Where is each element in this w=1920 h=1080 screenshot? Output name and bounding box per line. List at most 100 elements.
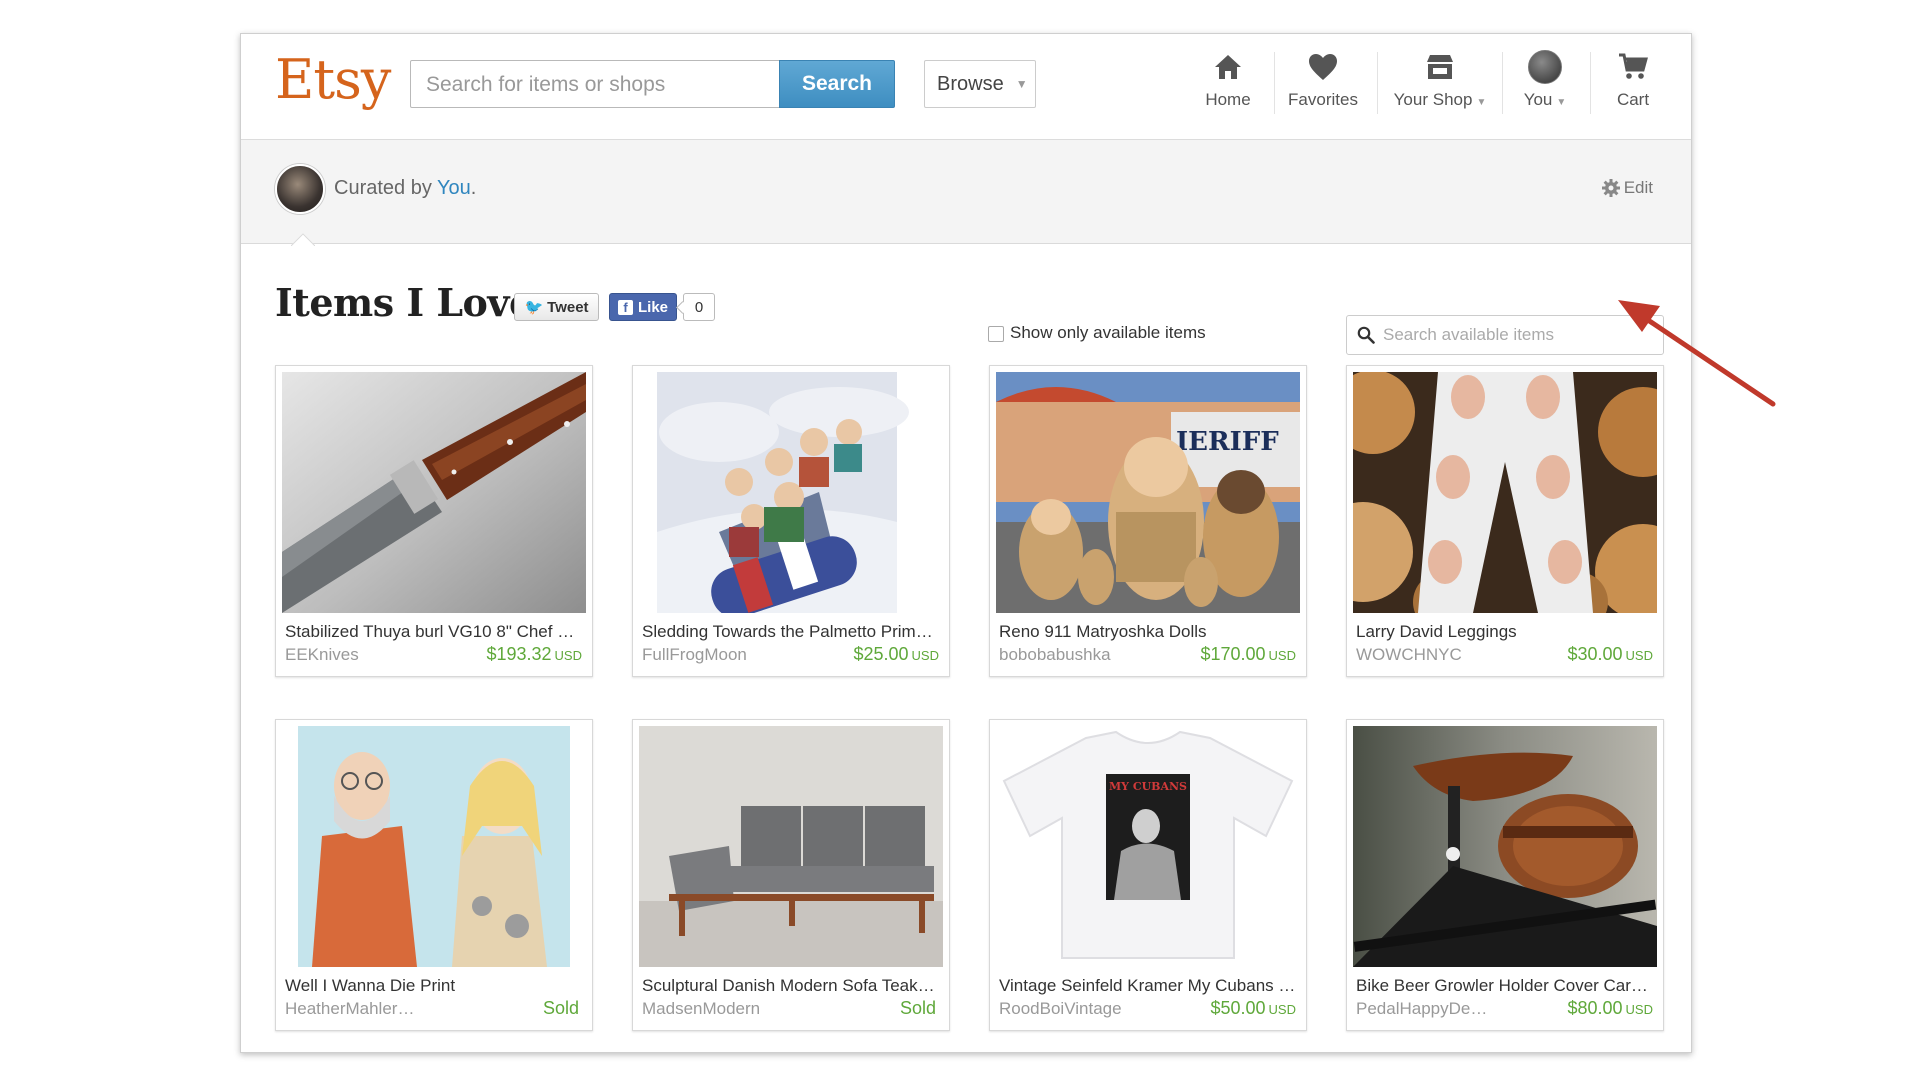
listing-price: $80.00 USD — [1567, 998, 1653, 1019]
listing-image-knife[interactable] — [282, 372, 586, 613]
listing-title[interactable]: Well I Wanna Die Print — [285, 976, 585, 996]
listing-shop[interactable]: MadsenModern — [642, 999, 792, 1019]
nav-cart-label: Cart — [1616, 90, 1650, 109]
nav-home[interactable]: Home — [1193, 48, 1263, 128]
nav-divider — [1502, 52, 1503, 114]
site-search-input[interactable]: Search for items or shops — [410, 60, 780, 108]
listing-title[interactable]: Stabilized Thuya burl VG10 8" Chef … — [285, 622, 585, 642]
price-currency: USD — [554, 648, 582, 663]
listing-price: $193.32 USD — [486, 644, 582, 665]
chevron-down-icon: ▼ — [1476, 97, 1487, 108]
price-currency: USD — [1625, 1002, 1653, 1017]
listing-shop[interactable]: WOWCHNYC — [1356, 645, 1506, 665]
curated-by-text: Curated by You. — [334, 177, 476, 200]
available-only-label[interactable]: Show only available items — [1010, 323, 1206, 343]
facebook-like-button[interactable]: f Like — [609, 293, 677, 321]
price-currency: USD — [911, 648, 939, 663]
nav-divider — [1377, 52, 1378, 114]
nav-you[interactable]: You ▼ — [1512, 48, 1578, 128]
listing-card[interactable]: Well I Wanna Die Print HeatherMahler… So… — [275, 719, 593, 1031]
listing-image-growler[interactable] — [1353, 726, 1657, 967]
chevron-down-icon: ▼ — [1556, 97, 1567, 108]
nav-home-label: Home — [1205, 90, 1251, 109]
listing-shop[interactable]: PedalHappyDe… — [1356, 999, 1506, 1019]
listing-card[interactable]: Stabilized Thuya burl VG10 8" Chef … EEK… — [275, 365, 593, 677]
svg-text:IERIFF: IERIFF — [1176, 427, 1279, 457]
nav-your-shop[interactable]: Your Shop ▼ — [1388, 48, 1492, 128]
listing-shop[interactable]: bobobabushka — [999, 645, 1149, 665]
edit-button[interactable]: Edit — [1601, 178, 1653, 198]
curator-bar: Curated by You. Edit — [241, 140, 1691, 244]
gear-icon — [1601, 179, 1620, 197]
nav-you-label-wrap: You ▼ — [1524, 90, 1567, 110]
available-items-search[interactable] — [1346, 315, 1664, 355]
listing-card[interactable]: Sculptural Danish Modern Sofa Teak… Mads… — [632, 719, 950, 1031]
listing-price: Sold — [543, 998, 582, 1019]
nav-favorites[interactable]: Favorites — [1283, 48, 1363, 128]
listing-image-sofa[interactable] — [639, 726, 943, 967]
cart-icon — [1618, 48, 1648, 86]
listing-title[interactable]: Vintage Seinfeld Kramer My Cubans … — [999, 976, 1299, 996]
listing-card[interactable]: Sledding Towards the Palmetto Prim… Full… — [632, 365, 950, 677]
listing-price: Sold — [900, 998, 939, 1019]
listing-shop[interactable]: FullFrogMoon — [642, 645, 792, 665]
price-value: $25.00 — [853, 644, 909, 664]
page-title: Items I Love — [275, 280, 533, 325]
price-currency: USD — [1268, 648, 1296, 663]
listing-image-tshirt[interactable]: MY CUBANS — [996, 726, 1300, 967]
listing-title[interactable]: Larry David Leggings — [1356, 622, 1656, 642]
tshirt-print-text: MY CUBANS — [1109, 780, 1187, 793]
listing-card[interactable]: Bike Beer Growler Holder Cover Car… Peda… — [1346, 719, 1664, 1031]
tweet-button[interactable]: 🐦 Tweet — [514, 293, 599, 321]
listing-shop[interactable]: EEKnives — [285, 645, 435, 665]
heart-icon — [1308, 48, 1338, 86]
listing-title[interactable]: Bike Beer Growler Holder Cover Car… — [1356, 976, 1656, 996]
listing-image-print[interactable] — [282, 726, 586, 967]
listing-title[interactable]: Sledding Towards the Palmetto Prim… — [642, 622, 942, 642]
nav-favorites-label: Favorites — [1288, 90, 1358, 109]
etsy-logo[interactable]: Etsy — [275, 48, 391, 111]
nav-cart[interactable]: Cart — [1603, 48, 1663, 128]
listing-image-leggings[interactable] — [1353, 372, 1657, 613]
listing-shop[interactable]: HeatherMahler… — [285, 999, 435, 1019]
browser-page: Etsy Search for items or shops Search Br… — [240, 33, 1692, 1053]
listing-title[interactable]: Reno 911 Matryoshka Dolls — [999, 622, 1299, 642]
pointer-notch — [291, 232, 315, 246]
browse-dropdown[interactable]: Browse ▼ — [924, 60, 1036, 108]
search-icon — [1357, 326, 1375, 344]
nav-divider — [1274, 52, 1275, 114]
like-count: 0 — [683, 293, 715, 321]
available-items-search-input[interactable] — [1383, 325, 1643, 345]
price-currency: USD — [1268, 1002, 1296, 1017]
curated-suffix: . — [470, 177, 477, 199]
price-value: Sold — [542, 998, 579, 1018]
price-value: $80.00 — [1567, 998, 1623, 1018]
facebook-icon: f — [617, 299, 633, 315]
price-value: Sold — [899, 998, 936, 1018]
price-value: $193.32 — [486, 644, 552, 664]
nav-you-label: You — [1523, 90, 1553, 109]
nav-your-shop-label: Your Shop — [1393, 90, 1473, 109]
browse-label: Browse — [937, 72, 1004, 95]
listing-shop[interactable]: RoodBoiVintage — [999, 999, 1149, 1019]
listing-card[interactable]: Larry David Leggings WOWCHNYC $30.00 USD — [1346, 365, 1664, 677]
listing-card[interactable]: MY CUBANS Vintage Seinfeld Kramer My Cub… — [989, 719, 1307, 1031]
listing-image-sledding[interactable] — [639, 372, 943, 613]
price-currency: USD — [1625, 648, 1653, 663]
listing-title[interactable]: Sculptural Danish Modern Sofa Teak… — [642, 976, 942, 996]
site-header: Etsy Search for items or shops Search Br… — [241, 34, 1691, 140]
home-icon — [1213, 48, 1243, 86]
listing-card[interactable]: IERIFF Reno 911 Matryoshka Dolls bobobab… — [989, 365, 1307, 677]
twitter-bird-icon: 🐦 — [524, 299, 544, 316]
nav-divider — [1590, 52, 1591, 114]
tweet-label: Tweet — [547, 298, 589, 316]
available-only-checkbox[interactable] — [988, 326, 1004, 342]
curated-prefix: Curated by — [334, 177, 438, 199]
search-button[interactable]: Search — [779, 60, 895, 108]
chevron-down-icon: ▼ — [1015, 77, 1028, 91]
curator-link[interactable]: You — [437, 177, 471, 199]
listing-price: $170.00 USD — [1200, 644, 1296, 665]
curator-avatar[interactable] — [275, 164, 325, 214]
listing-image-matryoshka[interactable]: IERIFF — [996, 372, 1300, 613]
listing-price: $30.00 USD — [1567, 644, 1653, 665]
